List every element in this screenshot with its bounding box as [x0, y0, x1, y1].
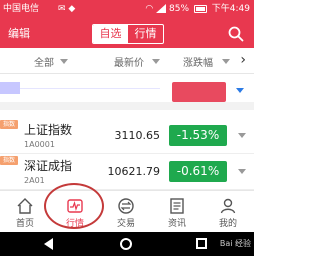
app-header: 编辑 自选 行情 — [0, 20, 254, 48]
nav-label: 我的 — [218, 219, 237, 229]
chevron-down-icon[interactable] — [238, 133, 246, 138]
highlight-annotation — [44, 183, 104, 229]
nav-profile[interactable]: 我的 — [203, 191, 253, 233]
tab-market[interactable]: 行情 — [128, 25, 163, 43]
trade-icon — [118, 198, 134, 214]
stock-name: 上证指数 — [24, 123, 73, 137]
chevron-down-icon — [60, 59, 68, 64]
change-badge — [172, 82, 226, 102]
stock-code: 1A0001 — [24, 140, 55, 149]
index-tag: 指数 — [0, 120, 19, 129]
news-icon — [170, 198, 184, 214]
chevron-right-icon[interactable]: › — [240, 52, 246, 68]
chevron-down-icon[interactable] — [236, 88, 244, 93]
chevron-down-icon — [222, 59, 230, 64]
notification-icons: ✉ ◆ — [58, 4, 76, 14]
recent-apps-icon[interactable] — [196, 238, 207, 249]
table-row[interactable]: 指数 上证指数 1A0001 3110.65 -1.53% — [0, 118, 254, 154]
nav-home[interactable]: 首页 — [0, 191, 50, 233]
battery-icon — [193, 4, 207, 13]
battery-percent: 85% — [169, 4, 190, 14]
stock-price: 10621.79 — [107, 165, 161, 178]
nav-label: 首页 — [15, 219, 34, 229]
wifi-icon: ◠ — [145, 4, 154, 14]
change-badge: -1.53% — [169, 125, 227, 146]
column-price[interactable]: 最新价 — [114, 54, 144, 69]
stock-code: 2A01 — [24, 176, 45, 185]
table-row[interactable]: 指数 深证成指 2A01 10621.79 -0.61% — [0, 154, 254, 190]
row-divider — [20, 88, 160, 89]
stock-name: 深证成指 — [24, 159, 73, 173]
tab-watchlist[interactable]: 自选 — [93, 25, 128, 43]
profile-icon — [220, 198, 236, 214]
nav-label: 交易 — [116, 219, 135, 229]
nav-label: 资讯 — [167, 219, 186, 229]
chevron-down-icon — [152, 59, 160, 64]
search-icon[interactable] — [228, 26, 244, 42]
column-change[interactable]: 涨跌幅 — [183, 54, 213, 69]
back-icon[interactable] — [44, 238, 53, 250]
edit-button[interactable]: 编辑 — [8, 26, 30, 42]
watermark: Bai 经验 — [219, 239, 251, 248]
home-circle-icon[interactable] — [120, 238, 132, 250]
row-marker — [0, 82, 20, 94]
status-bar: 中国电信 ✉ ◆ ◠ 85% 下午4:49 — [0, 0, 254, 20]
home-icon — [17, 198, 33, 214]
carrier-name: 中国电信 — [3, 4, 40, 14]
bottom-nav: 首页 行情 交易 资讯 我的 — [0, 190, 254, 232]
pinned-row[interactable] — [0, 74, 254, 110]
stock-price: 3110.65 — [114, 129, 161, 142]
column-all[interactable]: 全部 — [34, 54, 54, 69]
status-right: ◠ 85% 下午4:49 — [145, 3, 250, 15]
change-badge: -0.61% — [169, 161, 227, 182]
tab-switcher: 自选 行情 — [92, 24, 164, 44]
index-tag: 指数 — [0, 156, 19, 165]
column-header: 全部 最新价 涨跌幅 › — [0, 48, 254, 74]
chevron-down-icon[interactable] — [238, 169, 246, 174]
system-nav-bar: Bai 经验 — [0, 232, 254, 256]
nav-news[interactable]: 资讯 — [152, 191, 202, 233]
clock: 下午4:49 — [211, 4, 250, 14]
signal-icon — [156, 4, 167, 13]
nav-trade[interactable]: 交易 — [101, 191, 151, 233]
